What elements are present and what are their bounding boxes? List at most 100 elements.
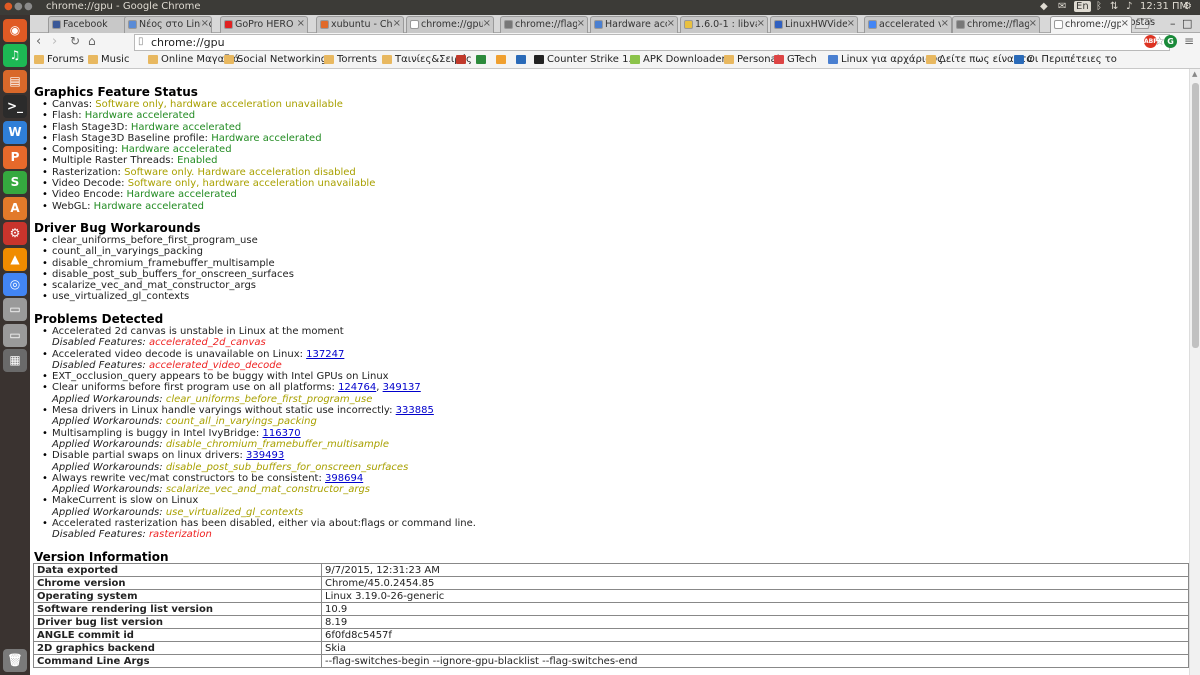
trash-icon[interactable]: 🗑 (3, 649, 27, 672)
tab-close-icon[interactable]: × (482, 18, 491, 29)
clock[interactable]: 12:31 ΠΜ (1140, 1, 1188, 12)
tab-close-icon[interactable]: × (756, 18, 765, 29)
problem-text: Accelerated video decode is unavailable … (52, 348, 307, 360)
feature-name: Multiple Raster Threads: (52, 155, 178, 167)
tab-3[interactable]: GoPro HERO × (220, 16, 308, 33)
address-bar[interactable]: ▯ chrome://gpu ☆ (134, 34, 1170, 51)
bookmark-13[interactable]: Personal (724, 54, 780, 65)
tab-5[interactable]: chrome://gpu × (406, 16, 494, 33)
terminal-icon[interactable]: >_ (3, 95, 27, 119)
back-arrow-icon[interactable]: ‹ (36, 34, 41, 49)
gear-icon[interactable]: ⚙ (1183, 1, 1192, 12)
tab-10[interactable]: accelerated v × (864, 16, 952, 33)
dropbox-icon[interactable]: ◆ (1040, 1, 1048, 12)
problem-item: Disable partial swaps on linux drivers: … (42, 450, 476, 462)
bookmark-11[interactable]: Counter Strike 1.6 (534, 54, 638, 65)
problem-item: Clear uniforms before first program use … (42, 382, 476, 394)
tab-4[interactable]: xubuntu - Ch × (316, 16, 404, 33)
files-icon[interactable]: ▤ (3, 69, 27, 93)
volume-icon[interactable]: ♪ (1126, 1, 1132, 12)
tab-9[interactable]: LinuxHWVide × (770, 16, 858, 33)
tab-close-icon[interactable]: × (1028, 18, 1037, 29)
keyboard-layout-indicator[interactable]: En (1074, 1, 1091, 12)
software-center-icon[interactable]: A (3, 196, 27, 220)
minimize-icon[interactable]: – (1170, 17, 1176, 30)
tab-close-icon[interactable]: × (666, 18, 675, 29)
bookmark-17[interactable]: Οι Περιπέτειες το (1014, 54, 1117, 65)
ubuntu-dash-icon[interactable]: ◉ (3, 19, 27, 42)
mail-icon[interactable]: ✉ (1058, 1, 1066, 12)
menu-icon[interactable]: ≡ (1184, 34, 1194, 48)
problem-detail: Applied Workarounds: count_all_in_varyin… (52, 416, 476, 427)
wps-presentation-icon[interactable]: P (3, 146, 27, 169)
reload-icon[interactable]: ↻ (70, 34, 80, 48)
bug-link[interactable]: 333885 (396, 405, 434, 416)
bookmark-4[interactable]: Social Networking (224, 54, 327, 65)
tab-1[interactable]: Facebook× (48, 16, 136, 33)
bug-link[interactable]: 124764 (338, 382, 376, 393)
version-key: Chrome version (33, 576, 322, 590)
scroll-up-icon[interactable]: ▲ (1192, 70, 1197, 78)
tab-close-icon[interactable]: × (296, 18, 305, 29)
tab-8[interactable]: 1.6.0-1 : libva × (680, 16, 768, 33)
problem-text: Multisampling is buggy in Intel IvyBridg… (52, 427, 263, 439)
tab-2[interactable]: Νέος στο Linux × (124, 16, 212, 33)
tab-7[interactable]: Hardware acc × (590, 16, 678, 33)
forward-arrow-icon[interactable]: › (52, 34, 57, 49)
tab-close-icon[interactable]: × (1120, 18, 1129, 29)
system-top-panel: ● ● ● chrome://gpu - Google Chrome ◆ ✉ E… (0, 0, 1200, 15)
bug-link[interactable]: 398694 (325, 473, 363, 484)
wps-writer-icon[interactable]: W (3, 120, 27, 144)
adblock-extension-icon[interactable]: ABP (1144, 35, 1158, 48)
tab-12[interactable]: chrome://gpu × (1050, 16, 1132, 33)
page-icon: ▯ (138, 36, 144, 47)
bookmark-2[interactable]: Music (88, 54, 129, 65)
detail-label: Applied Workarounds: (52, 461, 166, 473)
bug-link[interactable]: 137247 (306, 349, 344, 360)
bug-link[interactable]: 339493 (246, 450, 284, 461)
scrollbar-thumb[interactable] (1192, 83, 1199, 348)
detail-label: Disabled Features: (52, 337, 149, 349)
bookmark-14[interactable]: GTech (774, 54, 817, 65)
version-value: Skia (321, 641, 1189, 655)
extension-icon[interactable]: G (1164, 35, 1177, 48)
page-scrollbar[interactable]: ▲ (1189, 69, 1200, 675)
feature-status-value: Enabled (177, 155, 218, 167)
tab-favicon-icon (320, 20, 329, 29)
home-icon[interactable]: ⌂ (88, 34, 96, 48)
bookmark-5[interactable]: Torrents (324, 54, 377, 65)
drive-icon[interactable]: ▭ (3, 298, 27, 322)
bookmark-12[interactable]: APK Downloader (630, 54, 726, 65)
bug-link[interactable]: 116370 (262, 428, 300, 439)
maximize-icon[interactable]: □ (1182, 17, 1192, 30)
wps-spreadsheet-icon[interactable]: S (3, 171, 27, 195)
spotify-icon[interactable]: ♫ (3, 44, 27, 68)
tab-close-icon[interactable]: × (940, 18, 949, 29)
vlc-icon[interactable]: ▲ (3, 247, 27, 271)
feature-status-item: Video Encode: Hardware accelerated (42, 189, 375, 201)
bookmark-1[interactable]: Forums (34, 54, 84, 65)
bluetooth-icon[interactable]: ᛒ (1096, 1, 1102, 12)
bug-link[interactable]: 349137 (383, 382, 421, 393)
feature-name: Flash Stage3D Baseline profile: (52, 132, 212, 144)
tab-6[interactable]: chrome://flags × (500, 16, 588, 33)
workspace-icon[interactable]: ▦ (3, 349, 27, 373)
minimize-window-icon[interactable]: ● (14, 1, 23, 12)
tab-close-icon[interactable]: × (846, 18, 855, 29)
close-window-icon[interactable]: ● (4, 1, 13, 12)
tab-close-icon[interactable]: × (200, 18, 209, 29)
problem-item: Always rewrite vec/mat constructors to b… (42, 472, 476, 485)
problem-text: Always rewrite vec/mat constructors to b… (52, 472, 326, 484)
workarounds-list: clear_uniforms_before_first_program_usec… (42, 235, 294, 303)
tab-11[interactable]: chrome://flags × (952, 16, 1040, 33)
tab-close-icon[interactable]: × (392, 18, 401, 29)
bookmark-label: Torrents (337, 54, 377, 65)
maximize-window-icon[interactable]: ● (24, 1, 33, 12)
detail-label: Applied Workarounds: (52, 393, 166, 405)
network-icon[interactable]: ⇅ (1110, 1, 1118, 12)
drive-icon-2[interactable]: ▭ (3, 323, 27, 347)
chrome-icon[interactable]: ◎ (3, 273, 27, 296)
tab-close-icon[interactable]: × (576, 18, 585, 29)
feature-name: WebGL: (52, 200, 94, 212)
settings-icon[interactable]: ⚙ (3, 222, 27, 246)
